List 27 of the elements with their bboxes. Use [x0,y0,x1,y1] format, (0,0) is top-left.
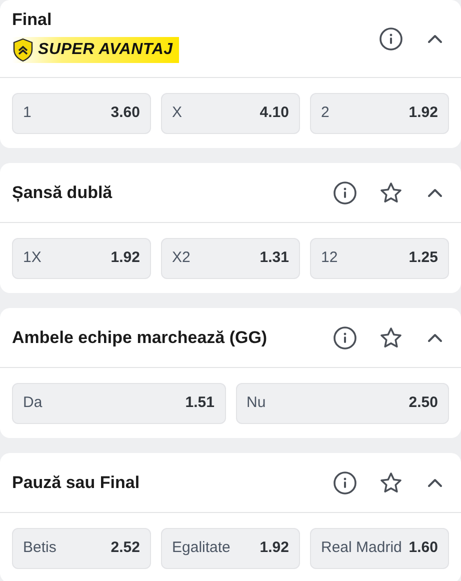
chevron-up-icon [427,332,443,342]
odds-button[interactable]: Betis 2.52 [12,528,151,569]
market-title: Ambele echipe marchează (GG) [12,326,268,349]
chevron-up-icon [427,188,443,198]
odds-button[interactable]: 12 1.25 [310,238,449,279]
market-title: Final [12,9,53,32]
info-icon [379,26,403,50]
promo-badge: SUPER AVANTAJ [12,36,179,63]
star-icon [379,326,403,350]
odds-button[interactable]: 2 1.92 [310,93,449,134]
info-icon [333,470,357,494]
info-icon [333,326,357,350]
star-icon [379,180,403,204]
odds-button[interactable]: 1 3.60 [12,93,151,134]
odds-button[interactable]: X 4.10 [161,93,300,134]
odds-button[interactable]: Egalitate 1.92 [161,528,300,569]
odds-button[interactable]: 1X 1.92 [12,238,151,279]
odds-button[interactable]: Real Madrid 1.60 [310,528,449,569]
market-title: Pauză sau Final [12,472,140,494]
odds-button[interactable]: X2 1.31 [161,238,300,279]
odds-button[interactable]: Nu 2.50 [236,383,449,424]
info-icon [333,180,357,204]
chevron-up-icon [427,478,443,488]
star-icon [379,470,403,494]
odds-button[interactable]: Da 1.51 [12,383,226,424]
chevron-up-icon [427,34,443,44]
market-title: Șansă dublă [12,182,112,204]
